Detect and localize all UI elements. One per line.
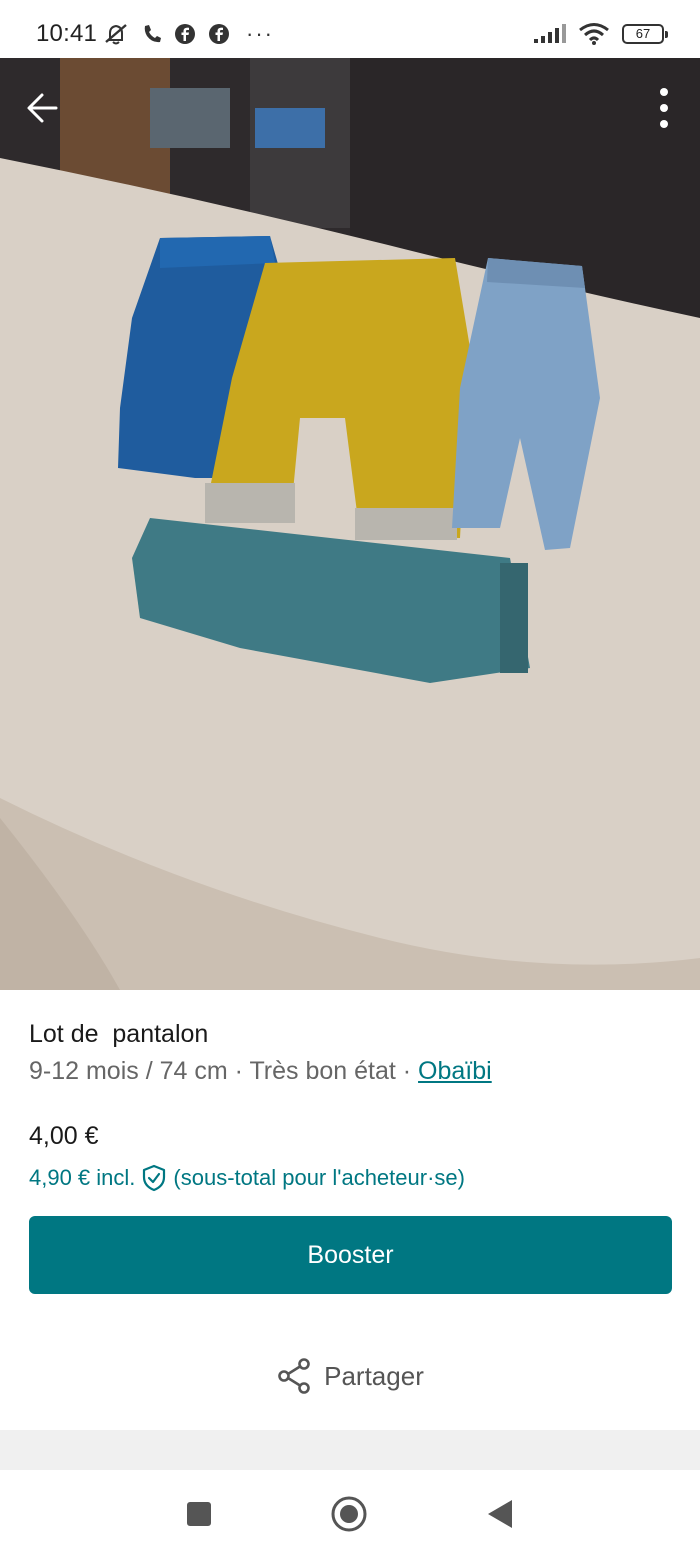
status-bar: 10:41 ··· 67 <box>0 0 700 58</box>
share-label: Partager <box>324 1360 424 1391</box>
home-button[interactable] <box>327 1492 371 1536</box>
buyer-protection-info[interactable]: 4,90 € incl. (sous-total pour l'acheteur… <box>29 1164 465 1192</box>
more-vertical-icon <box>660 88 668 128</box>
wifi-icon <box>579 23 609 45</box>
status-notifications: ··· <box>102 22 274 46</box>
item-price: 4,00 € <box>29 1122 99 1150</box>
home-circle-icon <box>331 1496 367 1532</box>
facebook-icon <box>209 24 229 44</box>
signal-icon <box>534 24 566 43</box>
back-triangle-icon <box>488 1500 512 1528</box>
phone-icon <box>144 25 161 43</box>
share-button[interactable]: Partager <box>0 1350 700 1402</box>
facebook-icon <box>175 24 195 44</box>
item-info: Lot de pantalon 9-12 mois / 74 cm · Très… <box>29 1020 671 1086</box>
square-icon <box>187 1502 211 1526</box>
item-title: Lot de pantalon <box>29 1020 209 1048</box>
item-details: 9-12 mois / 74 cm · Très bon état · Obaï… <box>29 1057 671 1086</box>
item-size: 9-12 mois / 74 cm <box>29 1057 228 1085</box>
section-divider <box>0 1430 700 1470</box>
product-photo[interactable] <box>0 58 700 990</box>
brand-link[interactable]: Obaïbi <box>418 1057 492 1085</box>
product-image <box>0 58 700 990</box>
more-dots-icon: ··· <box>246 21 274 46</box>
system-navigation-bar <box>0 1470 700 1556</box>
status-time: 10:41 <box>36 20 98 47</box>
more-options-button[interactable] <box>654 86 674 130</box>
back-button[interactable] <box>22 88 62 128</box>
status-system: 67 <box>534 22 668 46</box>
arrow-left-icon <box>27 93 58 123</box>
protection-note: (sous-total pour l'acheteur·se) <box>173 1165 465 1190</box>
share-icon <box>278 1358 310 1394</box>
item-condition: Très bon état <box>249 1057 396 1085</box>
shield-check-icon <box>143 1164 166 1192</box>
separator: · <box>395 1057 419 1085</box>
recent-apps-button[interactable] <box>177 1492 221 1536</box>
system-back-button[interactable] <box>478 1492 522 1536</box>
separator: · <box>227 1057 250 1085</box>
mute-icon <box>105 24 127 45</box>
booster-button[interactable]: Booster <box>29 1216 672 1294</box>
battery-icon: 67 <box>622 24 668 44</box>
price-incl: 4,90 € incl. <box>29 1165 136 1190</box>
